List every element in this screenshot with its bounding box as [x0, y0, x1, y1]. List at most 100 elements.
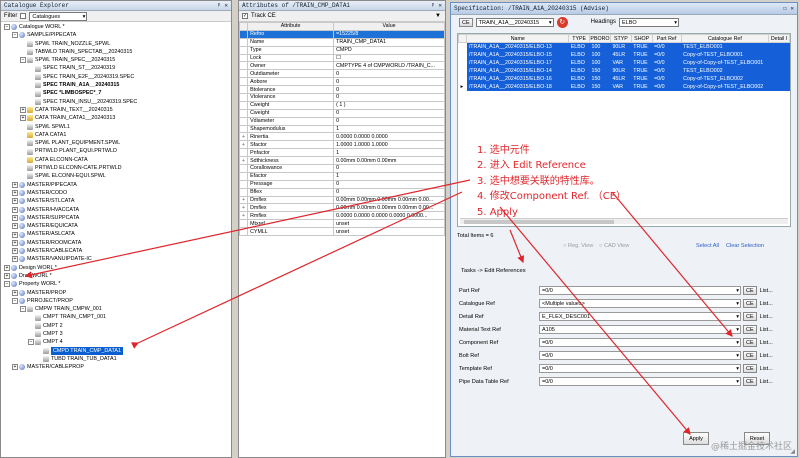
tree-node[interactable]: PRTWLD ELCONN-CATE.PRTWLD — [1, 164, 231, 172]
value-column-header[interactable]: Value — [333, 22, 445, 31]
reference-list-link[interactable]: List... — [760, 288, 773, 294]
attribute-value[interactable]: unset — [333, 219, 445, 229]
attribute-expand-icon[interactable]: + — [238, 203, 249, 213]
expand-toggle-icon[interactable]: + — [20, 107, 26, 114]
chevron-down-icon[interactable]: ▾ — [736, 352, 739, 360]
tree-node[interactable]: + MASTER/PIPECATA — [1, 181, 231, 189]
reg-view-option[interactable]: ○ Reg. View — [563, 243, 593, 249]
attribute-value[interactable]: 0 — [333, 179, 445, 189]
attribute-row[interactable]: + Dmflex 0.00mm 0.00mm 0.00mm 0.00mm 0.00.… — [238, 203, 445, 213]
reference-field[interactable]: =0/0 ▾ — [539, 286, 741, 295]
tree-node[interactable]: SPEC TRAIN_INSU__20240319.SPEC — [1, 98, 231, 106]
attribute-row[interactable]: Bflex 0 — [238, 187, 445, 197]
attribute-value[interactable]: 0 — [333, 69, 445, 79]
tree-node[interactable]: − Property WORL * — [1, 280, 231, 288]
attribute-row[interactable]: Corallowance 0 — [238, 164, 445, 173]
chevron-down-icon[interactable]: ▾ — [736, 287, 739, 295]
attribute-row[interactable]: CYMLL unset — [238, 227, 445, 237]
expand-toggle-icon[interactable]: + — [4, 273, 10, 280]
reference-ce-button[interactable]: CE — [743, 325, 757, 334]
tree-node[interactable]: − Catalogue WORL * — [1, 23, 231, 31]
tree-node[interactable]: + MASTER/SUPPCATA — [1, 214, 231, 222]
spec-column-header[interactable]: STYP — [609, 34, 632, 43]
attribute-value[interactable]: 1 — [333, 124, 445, 134]
chevron-down-icon[interactable]: ▾ — [736, 326, 739, 334]
reference-list-link[interactable]: List... — [760, 379, 773, 385]
headings-select[interactable]: ELBO ▾ — [619, 17, 679, 27]
attribute-row[interactable]: Shapemodulus 1 — [238, 124, 445, 134]
attribute-row[interactable]: Vdiameter 0 — [238, 116, 445, 126]
chevron-down-icon[interactable]: ▾ — [736, 339, 739, 347]
attribute-value[interactable]: 1.0000 1.0000 1.0000 — [333, 140, 445, 150]
spec-row[interactable]: ▸/TRAIN_A1A__20240315/ELBO-18 ELBO 150 VAR T… — [458, 82, 790, 91]
ce-button[interactable]: CE — [459, 17, 473, 27]
reference-field[interactable]: <Multiple values> ▾ — [539, 299, 741, 308]
spec-row[interactable]: /TRAIN_A1A__20240315/ELBO-14 ELBO 150 90LR T… — [458, 66, 790, 75]
tree-node[interactable]: CATA CATA1 — [1, 131, 231, 139]
chevron-down-icon[interactable]: ▾ — [736, 365, 739, 373]
reference-ce-button[interactable]: CE — [743, 377, 757, 386]
tree-node[interactable]: + CATA TRAIN_TEXT__20240315 — [1, 106, 231, 114]
tree-node[interactable]: + MASTER/HVACCATA — [1, 206, 231, 214]
expand-toggle-icon[interactable]: + — [12, 289, 18, 296]
tree-node[interactable]: SPEC TRAIN_E2F__20240319.SPEC — [1, 73, 231, 81]
expand-toggle-icon[interactable]: + — [12, 239, 18, 246]
reference-list-link[interactable]: List... — [760, 327, 773, 333]
attribute-value[interactable]: ( 1 ) — [333, 100, 445, 110]
spec-row[interactable]: /TRAIN_A1A__20240315/ELBO-17 ELBO 100 VAR TR… — [458, 58, 790, 67]
expand-toggle-icon[interactable]: + — [4, 264, 10, 271]
tree-node[interactable]: CATA ELCONN-CATA — [1, 156, 231, 164]
tree-node[interactable]: SPEC *LIMBOSPEC*_7 — [1, 89, 231, 97]
expand-toggle-icon[interactable]: + — [12, 190, 18, 197]
expand-toggle-icon[interactable]: + — [12, 206, 18, 213]
spec-column-header[interactable]: Detail I — [768, 34, 790, 43]
attribute-expand-icon[interactable]: + — [238, 211, 249, 221]
chevron-down-icon[interactable]: ▾ — [736, 313, 739, 321]
tree-node[interactable]: TABWLD TRAIN_SPECTAB__20240315 — [1, 48, 231, 56]
tree-node[interactable]: + CATA TRAIN_CATA1__20240313 — [1, 114, 231, 122]
attribute-value[interactable]: ☐ — [333, 53, 445, 63]
attribute-value[interactable]: =15225/8 — [333, 29, 445, 39]
tree-node[interactable]: SPWL TRAIN_NOZZLE_SPWL — [1, 40, 231, 48]
maximize-icon[interactable]: ☐ — [783, 5, 787, 12]
attribute-value[interactable]: CMPTYPE 4 of CMPWORLD /TRAIN_C... — [333, 61, 445, 71]
attribute-value[interactable]: TRAIN_CMP_DATA1 — [333, 37, 445, 47]
attribute-row[interactable]: Pnfactor 1 — [238, 148, 445, 158]
tree-node[interactable]: CMPT 3 — [1, 330, 231, 338]
attribute-row[interactable]: Lock ☐ — [238, 53, 445, 63]
attribute-value[interactable]: 0.0000 0.0000 0.0000 — [333, 132, 445, 142]
attribute-value[interactable]: 0.00mm 0.00mm 0.00mm — [333, 156, 445, 166]
reference-field[interactable]: A105 ▾ — [539, 325, 741, 334]
reference-ce-button[interactable]: CE — [743, 286, 757, 295]
reference-field[interactable]: =0/0 ▾ — [539, 338, 741, 347]
attribute-row[interactable]: Cweight 0 — [238, 108, 445, 118]
reference-ce-button[interactable]: CE — [743, 364, 757, 373]
attribute-value[interactable]: 0.00mm 0.00mm 0.00mm 0.00mm 0.00... — [333, 195, 445, 205]
clear-selection-link[interactable]: Clear Selection — [726, 243, 764, 249]
attribute-value[interactable]: 0.00mm 0.00mm 0.00mm 0.00mm 0.00... — [333, 203, 445, 213]
filter-checkbox[interactable] — [20, 13, 27, 19]
spec-column-header[interactable]: SHOP — [630, 34, 653, 43]
horizontal-scrollbar-thumb[interactable] — [464, 220, 614, 224]
attribute-value[interactable]: 0 — [333, 93, 445, 102]
cad-view-option[interactable]: ○ CAD View — [599, 243, 629, 249]
reference-ce-button[interactable]: CE — [743, 338, 757, 347]
filter-icon[interactable]: ▼ — [435, 13, 441, 19]
tree-node[interactable]: + MASTER/PROP — [1, 289, 231, 297]
reference-list-link[interactable]: List... — [760, 314, 773, 320]
spec-select[interactable]: TRAIN_A1A__20240315 ▾ — [475, 17, 554, 27]
reference-field[interactable]: E_FLEX_DESC001 ▾ — [539, 312, 741, 321]
attribute-row[interactable]: Pressage 0 — [238, 179, 445, 189]
track-ce-checkbox[interactable]: ✓ — [242, 13, 248, 19]
spec-column-header[interactable]: Catalogue Ref — [680, 34, 770, 43]
tree-node[interactable]: + MASTER/ROOMCATA — [1, 239, 231, 247]
tree-node[interactable]: CMPT TRAIN_CMPT_001 — [1, 313, 231, 321]
attribute-expand-icon[interactable]: + — [238, 156, 249, 166]
reference-list-link[interactable]: List... — [760, 340, 773, 346]
close-icon[interactable]: ✕ — [790, 5, 794, 12]
attribute-row[interactable]: Cweight( 1 ) — [238, 100, 445, 110]
attribute-row[interactable]: Refno =15225/8 — [238, 29, 445, 39]
tree-node[interactable]: SPEC TRAIN_A1A__20240315 — [1, 81, 231, 89]
tree-node[interactable]: CMPT 2 — [1, 322, 231, 330]
reference-field[interactable]: =0/0 ▾ — [539, 351, 741, 360]
